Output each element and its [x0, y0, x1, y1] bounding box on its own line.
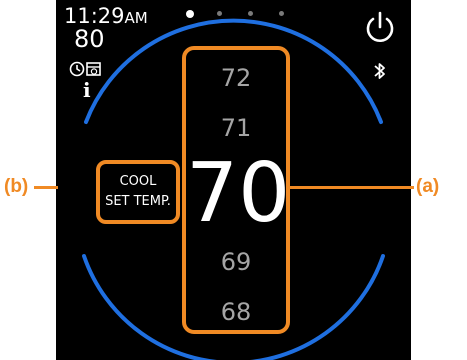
page-dot-active[interactable] [186, 10, 194, 18]
temp-option[interactable]: 71 [186, 114, 286, 142]
page-dot[interactable] [248, 11, 253, 16]
indoor-temperature: 80 [74, 25, 105, 53]
schedule-icon [69, 61, 101, 77]
callout-a-label: (a) [416, 176, 440, 197]
page-dot[interactable] [279, 11, 284, 16]
page-indicator [186, 10, 286, 18]
current-setpoint[interactable]: 70 [186, 148, 290, 240]
page-dot[interactable] [217, 11, 222, 16]
setpoint-scroller[interactable]: 72 71 70 69 68 [182, 46, 290, 334]
temp-option[interactable]: 69 [186, 248, 286, 276]
bluetooth-icon [374, 63, 385, 79]
temp-option[interactable]: 72 [186, 64, 286, 92]
callout-b-line [34, 186, 58, 189]
callout-b-label: (b) [4, 176, 29, 197]
thermostat-screen: 11:29AM 80 i 72 71 70 69 68 COOL SET TEM… [56, 0, 411, 360]
mode-label: COOL SET TEMP. [96, 160, 180, 224]
callout-a-line [290, 186, 414, 189]
clock-ampm: AM [124, 9, 148, 27]
power-icon[interactable] [363, 10, 397, 46]
info-icon[interactable]: i [83, 80, 91, 100]
mode-line-1: COOL [119, 174, 157, 189]
mode-line-2: SET TEMP. [105, 194, 171, 209]
temp-option[interactable]: 68 [186, 298, 286, 326]
